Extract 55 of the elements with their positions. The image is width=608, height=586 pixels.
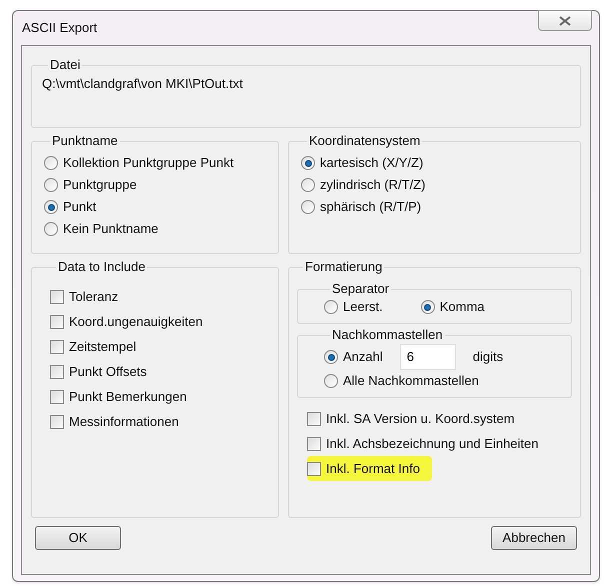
window-title: ASCII Export xyxy=(21,19,98,38)
checkbox[interactable] xyxy=(50,314,64,328)
checkbox[interactable] xyxy=(50,390,64,404)
radio-button[interactable] xyxy=(301,200,315,214)
radio-button[interactable] xyxy=(44,200,58,214)
checkbox-label: Toleranz xyxy=(69,288,118,306)
radio-label: Leerst. xyxy=(343,298,383,316)
radio-label: kartesisch (X/Y/Z) xyxy=(320,154,424,172)
group-title: Data to Include xyxy=(57,260,146,274)
file-path: Q:\vmt\clandgraf\von MKI\PtOut.txt xyxy=(42,75,244,93)
checkbox[interactable] xyxy=(50,290,64,304)
radio-label: Alle Nachkommastellen xyxy=(343,372,479,390)
close-icon xyxy=(559,16,571,26)
checkbox[interactable] xyxy=(50,364,64,378)
digits-input-field[interactable]: 6 xyxy=(400,344,456,370)
checkbox-label: Punkt Bemerkungen xyxy=(69,388,187,406)
group-title: Punktname xyxy=(51,134,119,148)
radio-label: Anzahl xyxy=(343,348,383,366)
radio-label: Kollektion Punktgruppe Punkt xyxy=(63,154,234,172)
checkbox-label: Inkl. SA Version u. Koord.system xyxy=(326,410,515,428)
checkbox-label: Zeitstempel xyxy=(69,338,136,356)
radio-label: Punkt xyxy=(63,198,96,216)
checkbox[interactable] xyxy=(307,462,321,476)
radio-button[interactable] xyxy=(324,300,338,314)
radio-button[interactable] xyxy=(44,156,58,170)
checkbox-label: Koord.ungenauigkeiten xyxy=(69,312,203,331)
group-title: Datei xyxy=(49,58,82,72)
checkbox-label: Punkt Offsets xyxy=(69,362,147,381)
radio-label: Punktgruppe xyxy=(63,176,137,194)
checkbox-label: Inkl. Achsbezeichnung und Einheiten xyxy=(326,434,538,453)
group-title: Nachkommastellen xyxy=(331,328,444,342)
ok-button[interactable]: OK xyxy=(35,526,121,550)
radio-button[interactable] xyxy=(420,300,435,314)
radio-label: zylindrisch (R/T/Z) xyxy=(320,176,426,194)
checkbox[interactable] xyxy=(50,340,64,354)
group-title: Formatierung xyxy=(304,260,384,274)
checkbox-label: Inkl. Format Info xyxy=(326,460,420,478)
radio-button[interactable] xyxy=(324,350,338,364)
radio-button[interactable] xyxy=(324,374,338,388)
cancel-button[interactable]: Abbrechen xyxy=(491,526,577,550)
radio-button[interactable] xyxy=(44,222,58,236)
checkbox-label: Messinformationen xyxy=(69,412,179,431)
radio-button[interactable] xyxy=(301,156,315,170)
checkbox[interactable] xyxy=(50,414,64,428)
group-title: Koordinatensystem xyxy=(308,134,422,148)
radio-button[interactable] xyxy=(44,178,58,192)
radio-label: Komma xyxy=(440,298,485,316)
checkbox[interactable] xyxy=(307,436,321,450)
radio-label: Kein Punktname xyxy=(63,220,158,238)
unit-label: digits xyxy=(472,348,504,366)
checkbox[interactable] xyxy=(307,412,321,426)
close-button[interactable] xyxy=(538,10,592,31)
radio-label: sphärisch (R/T/P) xyxy=(320,198,422,216)
radio-button[interactable] xyxy=(301,178,315,192)
group-title: Separator xyxy=(331,282,390,296)
